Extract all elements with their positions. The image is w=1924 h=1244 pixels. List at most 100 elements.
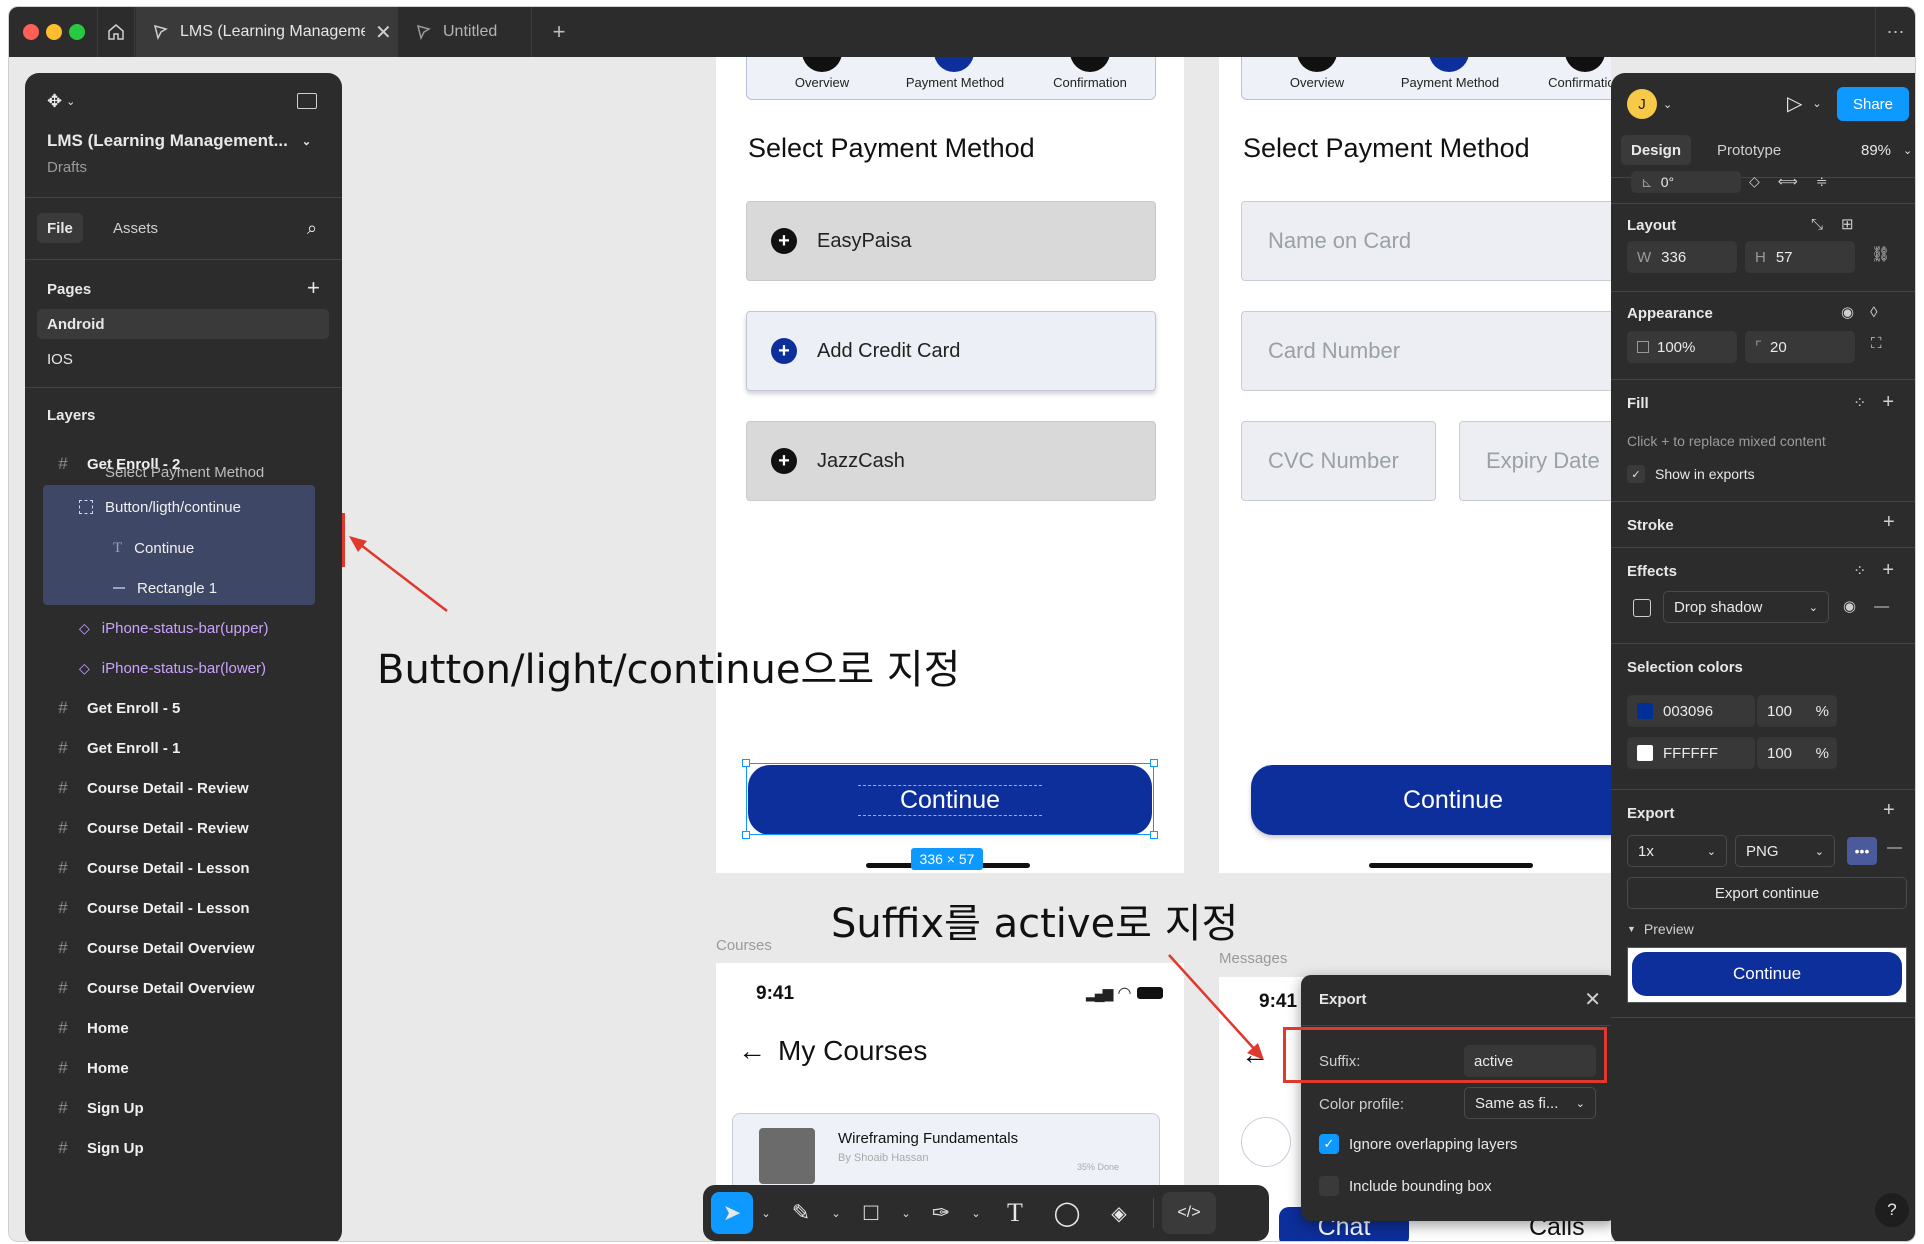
export-button[interactable]: Export continue	[1627, 877, 1907, 909]
selection-colors-label: Selection colors	[1627, 659, 1743, 676]
export-settings-icon[interactable]: •••	[1847, 837, 1877, 865]
main-menu-icon[interactable]: ✥ ⌄	[47, 91, 75, 112]
layer-component-lower[interactable]: ◇ iPhone-status-bar(lower)	[25, 647, 342, 689]
zoom-control[interactable]: 89% ⌄	[1861, 135, 1912, 165]
layer-frame[interactable]: # Course Detail - Review	[25, 807, 342, 849]
layers-label: Layers	[47, 407, 96, 424]
layer-frame[interactable]: # Get Enroll - 1	[25, 727, 342, 769]
layer-rectangle[interactable]: Rectangle 1	[25, 567, 342, 609]
tab-design[interactable]: Design	[1621, 135, 1692, 165]
search-icon[interactable]: ⌕	[307, 213, 317, 243]
close-tab-icon[interactable]: ✕	[375, 20, 392, 45]
layer-frame[interactable]: # Course Detail - Lesson	[25, 887, 342, 929]
add-export-icon[interactable]: +	[1883, 799, 1895, 822]
effects-icons: ⁘ +	[1853, 559, 1894, 582]
tab-file[interactable]: File	[37, 213, 83, 243]
color-swatch-row[interactable]: FFFFFF	[1627, 737, 1755, 769]
layer-frame[interactable]: # Get Enroll - 5	[25, 687, 342, 729]
close-window-button[interactable]	[23, 24, 39, 40]
visibility-eye-icon[interactable]: ◉	[1841, 303, 1854, 321]
layer-component-upper[interactable]: ◇ iPhone-status-bar(upper)	[25, 607, 342, 649]
export-format-select[interactable]: PNG ⌄	[1735, 835, 1835, 867]
visibility-eye-icon[interactable]: ◉	[1843, 597, 1856, 615]
layer-frame[interactable]: # Home	[25, 1047, 342, 1089]
show-in-exports-option[interactable]: ✓ Show in exports	[1627, 465, 1755, 483]
styles-grid-icon[interactable]: ⁘	[1853, 561, 1866, 581]
text-layer-icon: T	[113, 539, 123, 556]
add-page-icon[interactable]: +	[307, 275, 320, 301]
styles-grid-icon[interactable]: ⁘	[1853, 393, 1866, 413]
component-icon: ◇	[79, 659, 90, 676]
collapse-icon[interactable]: ⤡	[1811, 216, 1823, 233]
color-opacity-input[interactable]: 100 %	[1757, 737, 1837, 769]
tab-lms-file[interactable]: LMS (Learning Management Syst ✕	[136, 7, 398, 57]
effect-type-select[interactable]: Drop shadow ⌄	[1663, 591, 1829, 623]
layer-frame[interactable]: # Course Detail Overview	[25, 967, 342, 1009]
corner-radius-input[interactable]: ⌜ 20	[1745, 331, 1855, 363]
add-stroke-icon[interactable]: +	[1883, 511, 1895, 534]
minimize-window-button[interactable]	[46, 24, 62, 40]
project-title[interactable]: LMS (Learning Management... ⌄	[47, 131, 311, 151]
chevron-down-icon: ⌄	[301, 135, 312, 148]
flip-horizontal-icon[interactable]: ⟺	[1778, 173, 1798, 190]
export-scale-select[interactable]: 1x ⌄	[1627, 835, 1727, 867]
layer-clipped[interactable]: Select Payment Method	[25, 467, 342, 481]
divider	[1611, 203, 1915, 204]
independent-corners-icon[interactable]: ⛶	[1871, 335, 1882, 352]
divider	[1611, 547, 1915, 548]
tab-prototype[interactable]: Prototype	[1707, 135, 1791, 165]
remove-effect-icon[interactable]: —	[1874, 598, 1889, 615]
home-tab[interactable]	[97, 7, 135, 57]
present-icon[interactable]: ▷ ⌄	[1787, 91, 1822, 116]
layer-button-continue-selected[interactable]: Button/ligth/continue	[25, 486, 342, 528]
sidebar-toggle-icon[interactable]	[297, 93, 317, 109]
height-value: 57	[1775, 248, 1793, 266]
constrain-proportions-icon[interactable]: ⛓	[1871, 245, 1890, 263]
layer-text-continue[interactable]: T Continue	[25, 527, 342, 569]
preview-toggle[interactable]: ▼ Preview	[1627, 921, 1694, 937]
share-button[interactable]: Share	[1837, 87, 1909, 121]
tab-assets[interactable]: Assets	[103, 213, 168, 243]
page-item-android[interactable]: Android	[37, 309, 329, 339]
layers-panel: ✥ ⌄ LMS (Learning Management... ⌄ Drafts…	[25, 73, 342, 1241]
height-input[interactable]: H 57	[1745, 241, 1855, 273]
effect-checkbox[interactable]	[1633, 599, 1651, 617]
add-effect-icon[interactable]: +	[1882, 559, 1894, 582]
color-opacity-input[interactable]: 100 %	[1757, 695, 1837, 727]
opacity-input[interactable]: 100%	[1627, 331, 1737, 363]
rotate-icon[interactable]: ◇	[1749, 173, 1760, 190]
remove-export-icon[interactable]: —	[1887, 839, 1902, 856]
add-fill-icon[interactable]: +	[1882, 391, 1894, 414]
help-button[interactable]: ?	[1875, 1193, 1909, 1227]
new-tab-button[interactable]: +	[539, 7, 579, 57]
tab-untitled[interactable]: Untitled	[399, 7, 532, 57]
layer-frame[interactable]: # Course Detail - Review	[25, 767, 342, 809]
auto-layout-icon[interactable]: ⊞	[1841, 215, 1854, 233]
layer-label: Continue	[134, 539, 195, 557]
frame-icon: #	[58, 1098, 68, 1117]
width-input[interactable]: W 336	[1627, 241, 1737, 273]
rotation-input[interactable]: ⊾ 0°	[1631, 171, 1741, 193]
color-swatch-row[interactable]: 003096	[1627, 695, 1755, 727]
maximize-window-button[interactable]	[69, 24, 85, 40]
layer-label: Course Detail Overview	[87, 979, 255, 997]
layer-label: Get Enroll - 1	[87, 739, 181, 757]
frame-icon: #	[58, 1138, 68, 1157]
divider	[1611, 379, 1915, 380]
blend-mode-icon[interactable]: ◊	[1870, 304, 1877, 321]
user-menu[interactable]: J ⌄	[1627, 89, 1672, 119]
layer-label: Get Enroll - 5	[87, 699, 181, 717]
checkmark-icon[interactable]: ✓	[1627, 465, 1645, 483]
layer-frame[interactable]: # Sign Up	[25, 1127, 342, 1169]
page-item-ios[interactable]: IOS	[47, 351, 73, 368]
flip-vertical-icon[interactable]: ≑	[1816, 173, 1828, 190]
layer-frame[interactable]: # Course Detail Overview	[25, 927, 342, 969]
layer-frame[interactable]: # Course Detail - Lesson	[25, 847, 342, 889]
more-options-icon[interactable]: ⋯	[1875, 7, 1915, 57]
opacity-icon	[1637, 341, 1649, 353]
frame-icon: #	[58, 858, 68, 877]
layer-frame[interactable]: # Home	[25, 1007, 342, 1049]
select-value: PNG	[1746, 842, 1779, 860]
layer-label: Home	[87, 1019, 129, 1037]
layer-frame[interactable]: # Sign Up	[25, 1087, 342, 1129]
